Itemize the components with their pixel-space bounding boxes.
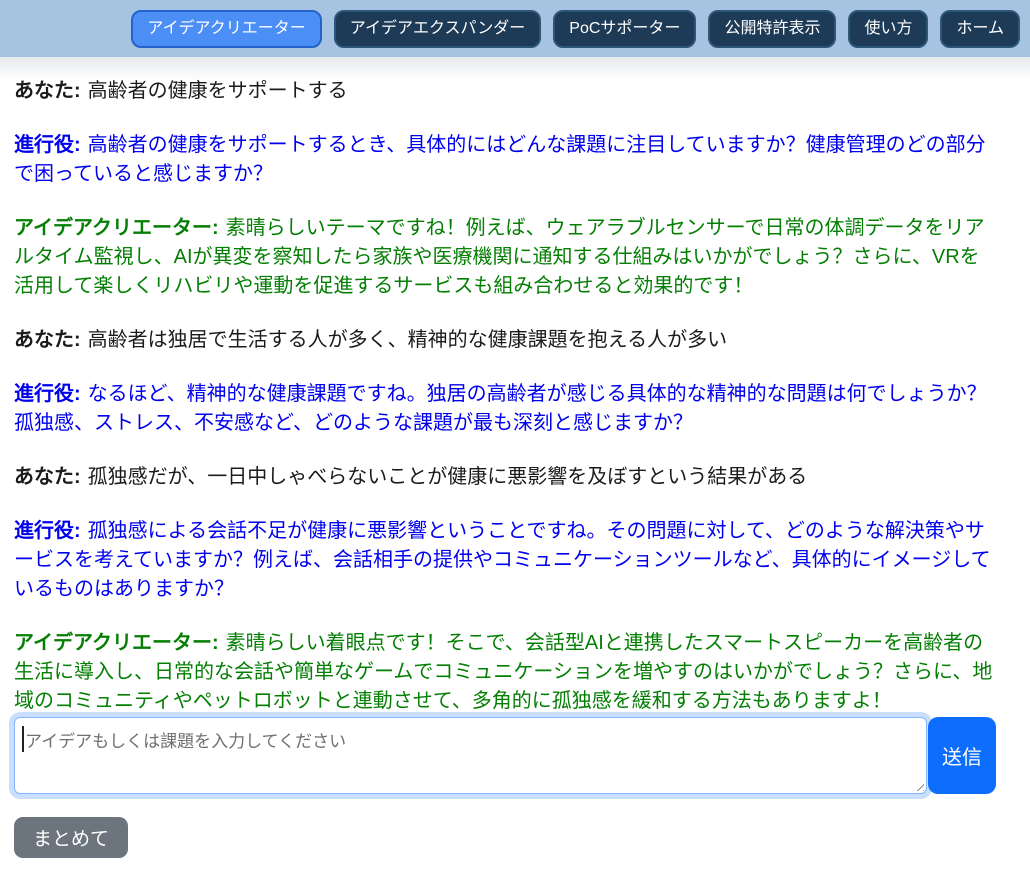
how-to-use-tab[interactable]: 使い方: [848, 10, 928, 48]
idea-input[interactable]: [14, 717, 927, 794]
message-speaker: あなた:: [14, 329, 81, 351]
summarize-button[interactable]: まとめて: [14, 817, 128, 858]
message-speaker: アイデアクリエーター:: [14, 632, 219, 654]
chat-message: あなた: 高齢者の健康をサポートする: [14, 77, 994, 106]
chat-message: 進行役:孤独感による会話不足が健康に悪影響ということですね。その問題に対して、ど…: [14, 517, 994, 604]
poc-supporter-tab[interactable]: PoCサポーター: [553, 10, 696, 48]
message-text: なるほど、精神的な健康課題ですね。独居の高齢者が感じる具体的な精神的な問題は何で…: [14, 383, 987, 434]
chat-log: あなた:高齢者の健康をサポートする 進行役:高齢者の健康をサポートするとき、具体…: [14, 77, 994, 716]
composer: 送信: [14, 717, 996, 794]
message-speaker: あなた:: [14, 466, 81, 488]
message-text: 高齢者の健康をサポートするとき、具体的にはどんな課題に注目していますか？健康管理…: [14, 134, 986, 185]
message-speaker: アイデアクリエーター:: [14, 217, 219, 239]
chat-message: 進行役:なるほど、精神的な健康課題ですね。独居の高齢者が感じる具体的な精神的な問…: [14, 380, 994, 438]
chat-message: アイデアクリエーター:素晴らしい着眼点です！そこで、会話型AIと連携したスマート…: [14, 629, 994, 716]
message-text: 孤独感による会話不足が健康に悪影響ということですね。その問題に対して、どのような…: [14, 520, 991, 600]
chat-message: あなた: 高齢者は独居で生活する人が多く、精神的な健康課題を抱える人が多い: [14, 326, 994, 355]
message-speaker: 進行役:: [14, 134, 81, 156]
message-text: 孤独感だが、一日中しゃべらないことが健康に悪影響を及ぼすという結果がある: [88, 466, 808, 488]
top-navigation: アイデアクリエーターアイデアエクスパンダー PoCサポーター公開特許表示使い方ホー…: [0, 0, 1030, 57]
home-tab[interactable]: ホーム: [940, 10, 1020, 48]
chat-message: アイデアクリエーター:素晴らしいテーマですね！例えば、ウェアラブルセンサーで日常…: [14, 214, 994, 301]
message-speaker: あなた:: [14, 80, 81, 102]
text-caret: [22, 726, 24, 752]
message-speaker: 進行役:: [14, 383, 81, 405]
send-button[interactable]: 送信: [928, 717, 996, 794]
chat-page: あなた:高齢者の健康をサポートする 進行役:高齢者の健康をサポートするとき、具体…: [0, 57, 1030, 871]
patent-display-tab[interactable]: 公開特許表示: [708, 10, 836, 48]
message-text: 高齢者の健康をサポートする: [88, 80, 348, 102]
message-speaker: 進行役:: [14, 520, 81, 542]
idea-creator-tab[interactable]: アイデアクリエーター: [131, 10, 321, 48]
message-text: 高齢者は独居で生活する人が多く、精神的な健康課題を抱える人が多い: [88, 329, 727, 351]
chat-message: 進行役:高齢者の健康をサポートするとき、具体的にはどんな課題に注目していますか？…: [14, 131, 994, 189]
chat-message: あなた: 孤独感だが、一日中しゃべらないことが健康に悪影響を及ぼすという結果がある: [14, 463, 994, 492]
idea-expander-tab[interactable]: アイデアエクスパンダー: [334, 10, 542, 48]
idea-input-wrap: [14, 717, 927, 794]
